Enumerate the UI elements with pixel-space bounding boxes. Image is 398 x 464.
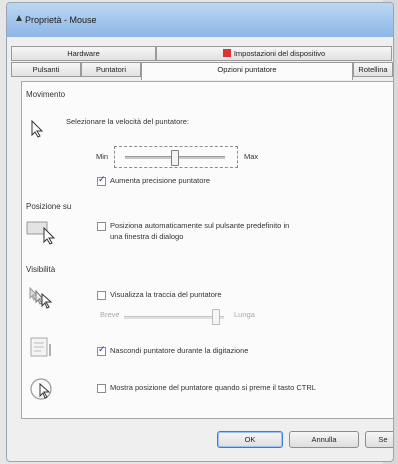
window-title: Proprietà - Mouse	[25, 15, 97, 25]
tab-strip: Hardware Impostazioni del dispositivo Pu…	[7, 37, 393, 81]
pointer-speed-icon	[31, 120, 44, 138]
show-location-ctrl-checkbox[interactable]	[97, 384, 106, 393]
speed-min-label: Min	[96, 152, 109, 161]
snap-to-default-label: Posiziona automaticamente sul pulsante p…	[110, 221, 290, 241]
hide-typing-icon	[30, 337, 51, 357]
pointer-trails-label: Visualizza la traccia del puntatore	[110, 290, 222, 299]
enhance-precision-label: Aumenta precisione puntatore	[110, 176, 211, 185]
mouse-properties-window: Proprietà - Mouse Hardware Impostazioni …	[6, 2, 394, 462]
pointer-options-panel: Movimento Selezionare la velocità del pu…	[21, 81, 393, 419]
mouse-app-icon	[16, 15, 22, 21]
trails-slider-track	[124, 316, 224, 319]
section-snap-label: Posizione su	[26, 202, 72, 211]
tab-wheel[interactable]: Rotellina	[353, 62, 393, 77]
section-visibility-label: Visibilità	[26, 265, 56, 274]
ok-button[interactable]: OK	[217, 431, 283, 448]
trails-short-label: Breve	[100, 310, 120, 319]
tab-device-settings[interactable]: Impostazioni del dispositivo	[156, 46, 392, 61]
cancel-button[interactable]: Annulla	[289, 431, 359, 448]
hide-while-typing-checkbox[interactable]	[97, 345, 106, 356]
trails-slider-thumb[interactable]	[212, 309, 220, 325]
tab-hardware[interactable]: Hardware	[11, 46, 156, 61]
tab-pointers[interactable]: Puntatori	[81, 62, 141, 77]
show-location-ctrl-label: Mostra posizione del puntatore quando si…	[110, 383, 316, 392]
tab-pointer-options[interactable]: Opzioni puntatore	[141, 62, 353, 80]
apply-button[interactable]: Se	[365, 431, 393, 448]
section-movement-label: Movimento	[26, 90, 66, 99]
pointer-trails-icon	[29, 286, 53, 309]
pointer-trails-checkbox[interactable]	[97, 291, 106, 300]
tab-buttons[interactable]: Pulsanti	[11, 62, 81, 77]
enhance-precision-checkbox[interactable]	[97, 175, 106, 186]
ctrl-locate-icon	[30, 378, 52, 400]
title-bar: Proprietà - Mouse	[7, 3, 393, 37]
pointer-speed-label: Selezionare la velocità del puntatore:	[66, 117, 189, 126]
hide-while-typing-label: Nascondi puntatore durante la digitazion…	[110, 346, 249, 355]
pointer-speed-slider[interactable]	[114, 146, 238, 168]
speed-max-label: Max	[244, 152, 259, 161]
shield-icon	[222, 49, 231, 57]
snap-to-icon	[26, 221, 56, 245]
snap-to-default-checkbox[interactable]	[97, 222, 106, 231]
slider-thumb[interactable]	[171, 150, 179, 166]
trails-long-label: Lunga	[234, 310, 255, 319]
